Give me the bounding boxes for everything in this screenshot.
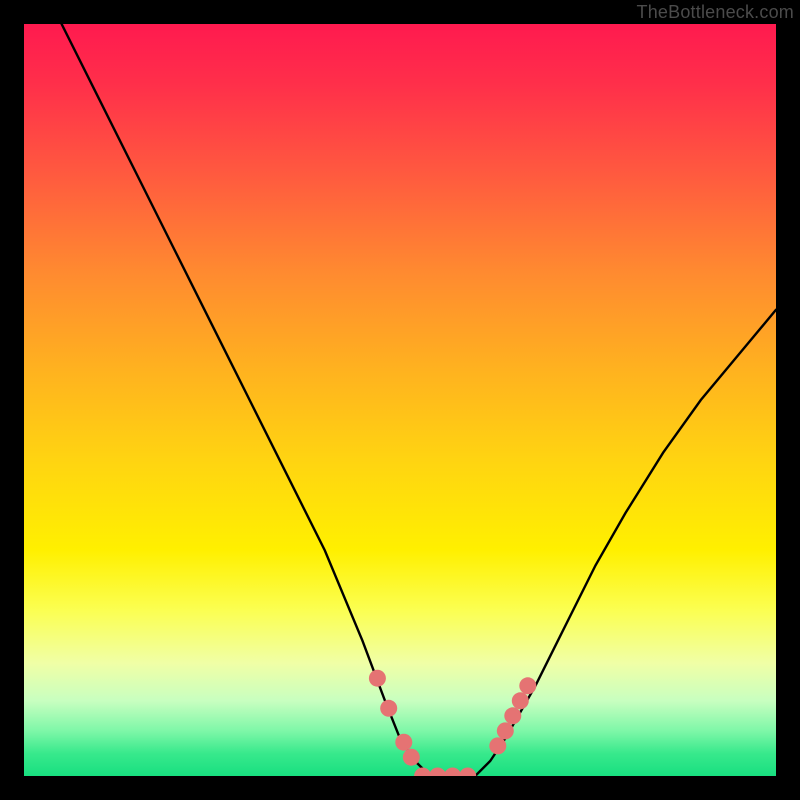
marker-point bbox=[504, 707, 521, 724]
marker-point bbox=[429, 768, 446, 777]
outer-frame: TheBottleneck.com bbox=[0, 0, 800, 800]
marker-point bbox=[444, 768, 461, 777]
bottleneck-curve bbox=[62, 24, 776, 776]
marker-point bbox=[403, 749, 420, 766]
marker-point bbox=[489, 737, 506, 754]
watermark-text: TheBottleneck.com bbox=[637, 2, 794, 23]
marker-point bbox=[497, 722, 514, 739]
marker-point bbox=[380, 700, 397, 717]
marker-point bbox=[395, 734, 412, 751]
marker-point bbox=[459, 768, 476, 777]
marker-point bbox=[414, 768, 431, 777]
marker-point bbox=[512, 692, 529, 709]
chart-svg bbox=[24, 24, 776, 776]
plot-area bbox=[24, 24, 776, 776]
marker-point bbox=[519, 677, 536, 694]
marker-point bbox=[369, 670, 386, 687]
